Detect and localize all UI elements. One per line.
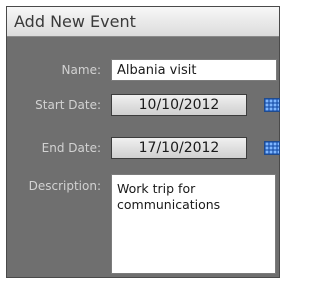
calendar-icon [264,141,280,155]
end-date-label: End Date: [41,141,101,155]
add-event-dialog: Add New Event Name: Albania visit Start … [6,6,280,278]
start-date-label: Start Date: [35,98,101,112]
name-input[interactable]: Albania visit [111,59,277,81]
name-label: Name: [61,63,101,77]
start-date-calendar-button[interactable] [261,95,283,115]
end-date-field[interactable]: 17/10/2012 [111,137,247,159]
dialog-title: Add New Event [14,12,136,31]
dialog-titlebar: Add New Event [7,7,279,37]
start-date-field[interactable]: 10/10/2012 [111,94,247,116]
end-date-calendar-button[interactable] [261,138,283,158]
description-label: Description: [28,179,101,193]
calendar-icon [264,98,280,112]
description-textarea[interactable]: Work trip for communications [111,174,276,274]
